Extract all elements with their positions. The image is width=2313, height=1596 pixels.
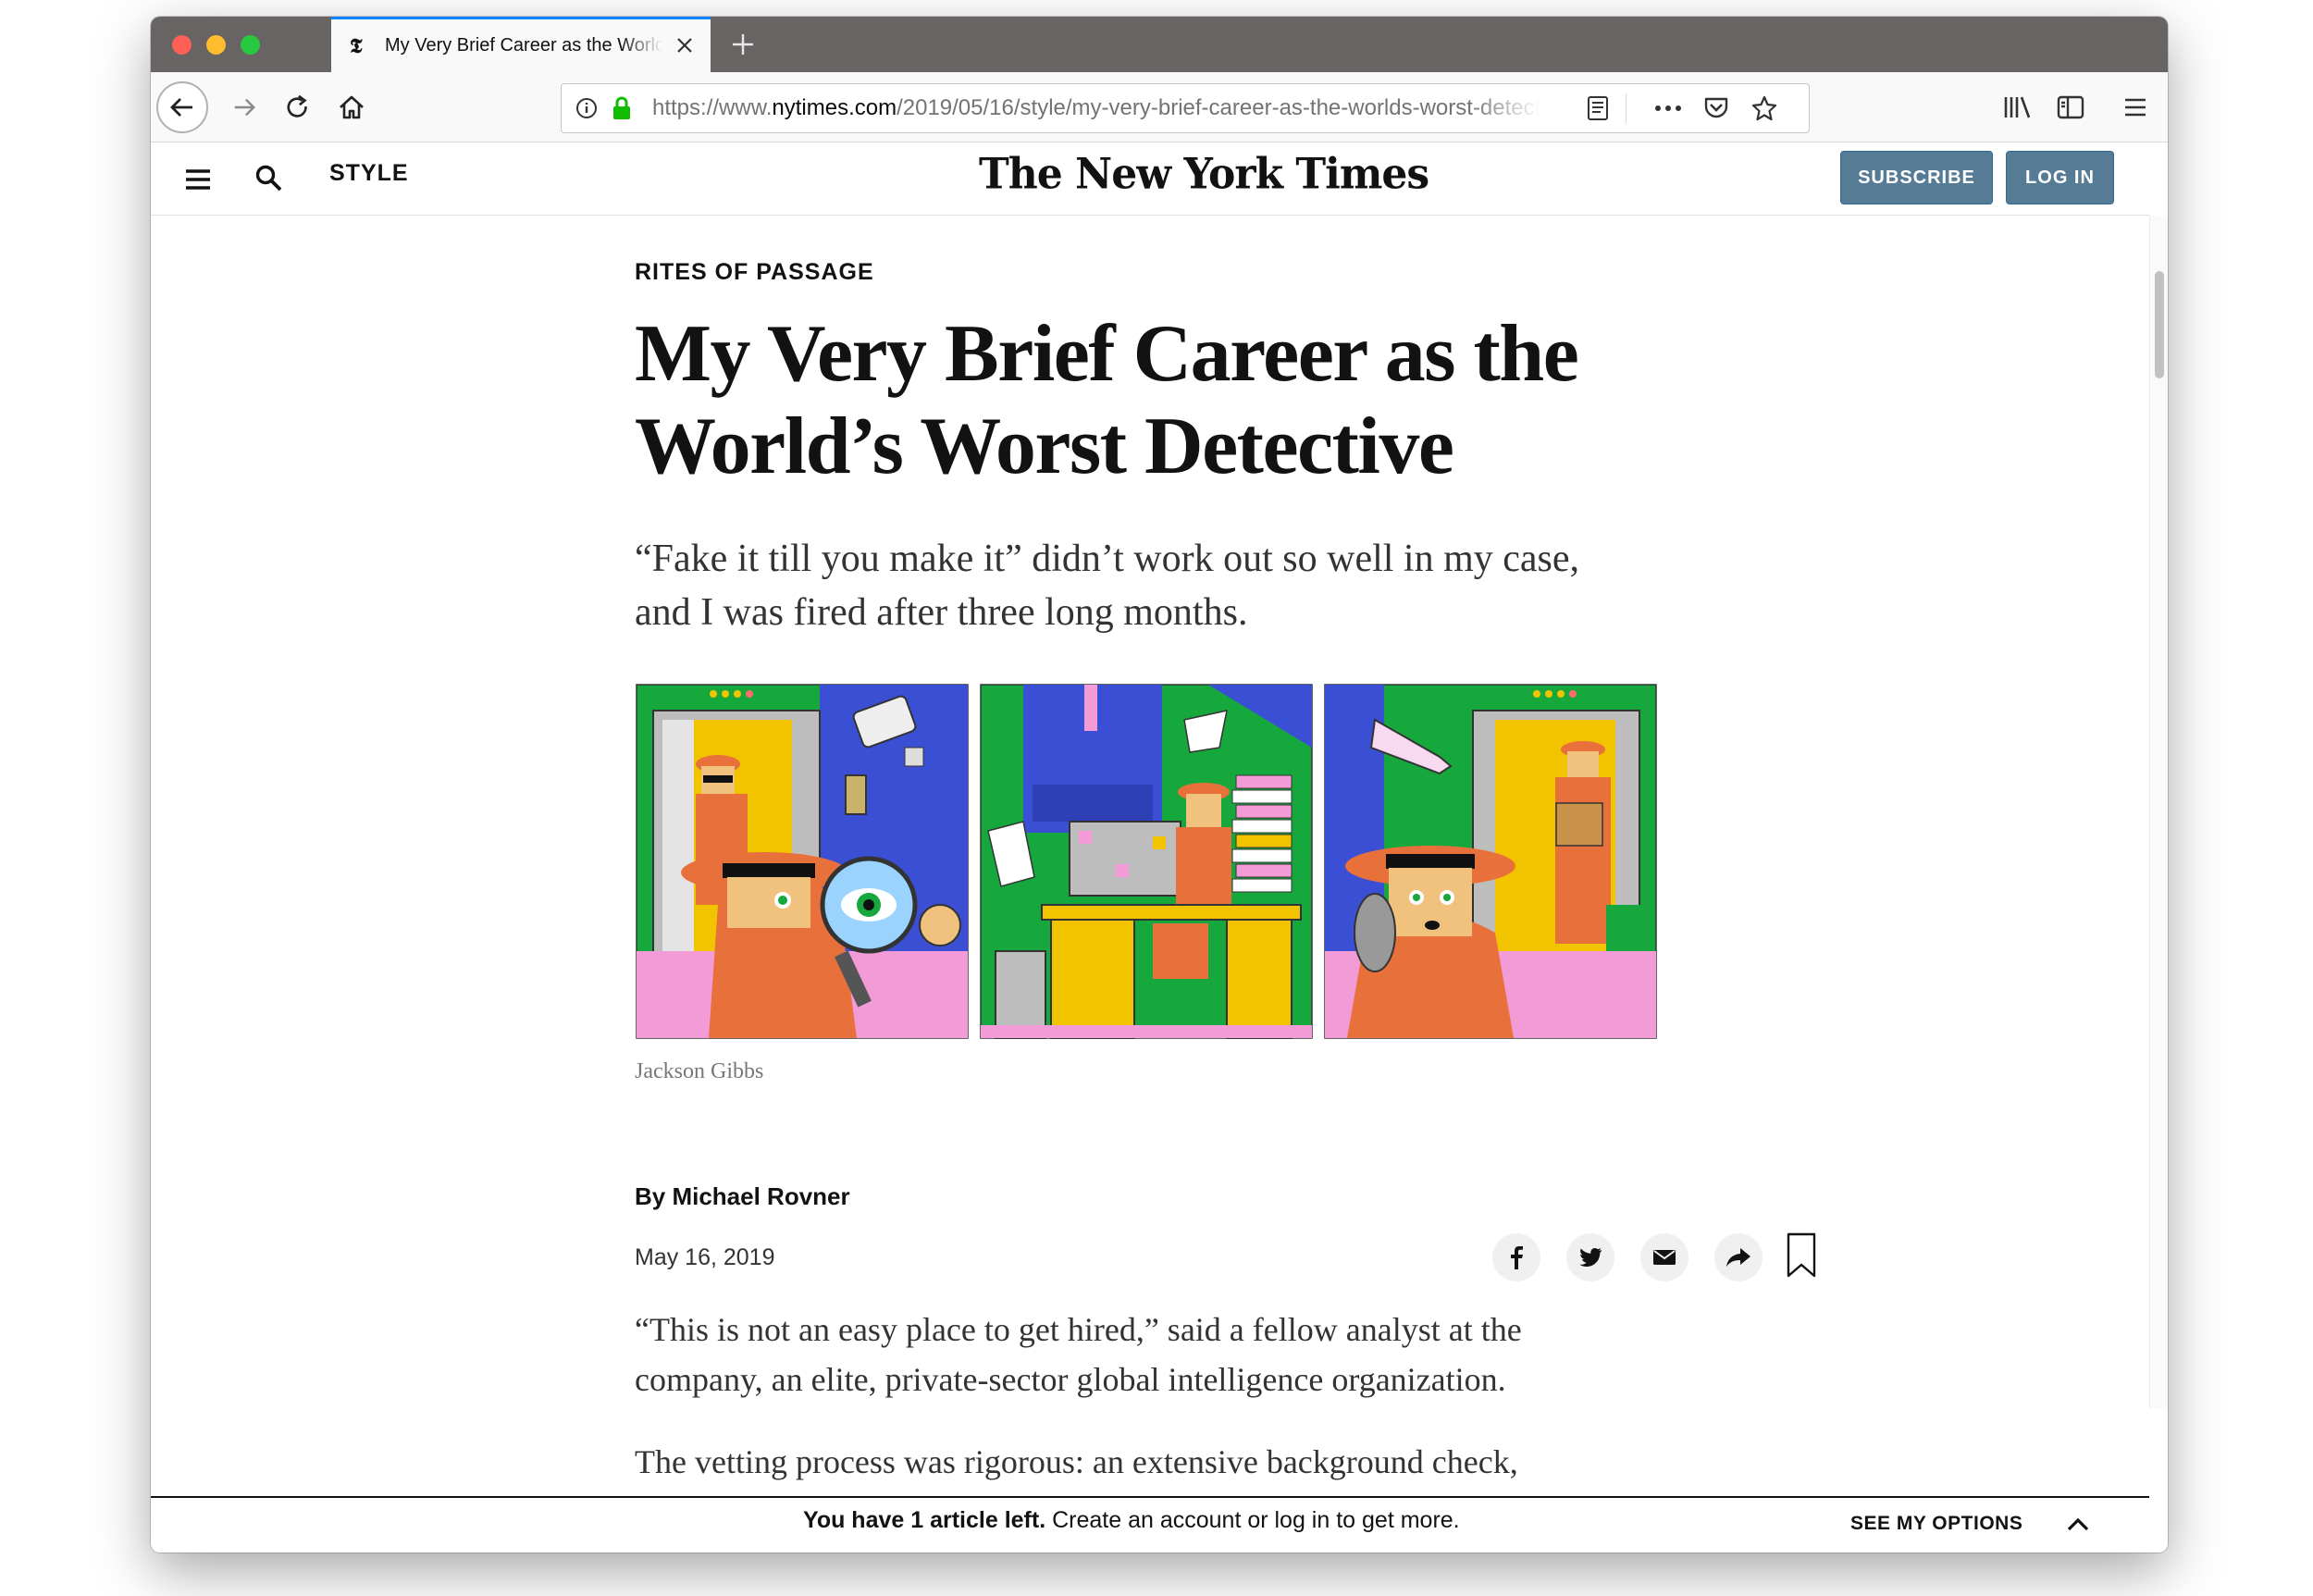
forward-button[interactable] — [223, 72, 266, 142]
article-limit-banner: You have 1 article left. Create an accou… — [151, 1496, 2149, 1553]
nyt-masthead: STYLE The New York Times SUBSCRIBE LOG I… — [151, 143, 2149, 216]
article-kicker[interactable]: RITES OF PASSAGE — [635, 259, 874, 286]
navigation-toolbar: https://www.nytimes.com/2019/05/16/style… — [151, 72, 2168, 142]
menu-button[interactable] — [2114, 72, 2157, 142]
article-limit-bold: You have 1 article left. — [803, 1507, 1046, 1533]
bookmark-star-icon[interactable] — [1746, 84, 1783, 132]
paragraph-1-line-1: “This is not an easy place to get hired,… — [635, 1311, 1522, 1348]
sidebar-toggle-button[interactable] — [2049, 72, 2092, 142]
see-my-options-button[interactable]: SEE MY OPTIONS — [1850, 1513, 2022, 1535]
url-host: nytimes.com — [772, 95, 897, 120]
reload-icon — [287, 94, 307, 118]
hamburger-menu-icon — [2125, 98, 2146, 117]
paragraph-1-line-2: company, an elite, private-sector global… — [635, 1361, 1506, 1398]
sidebar-icon — [2057, 95, 2084, 119]
section-name[interactable]: STYLE — [329, 160, 409, 187]
paragraph-2-line-1: The vetting process was rigorous: an ext… — [635, 1443, 1518, 1480]
lock-icon[interactable] — [608, 84, 636, 132]
nyt-favicon-icon: 𝕿 — [350, 33, 363, 58]
url-text[interactable]: https://www.nytimes.com/2019/05/16/style… — [652, 84, 1540, 132]
scrollbar-thumb[interactable] — [2155, 271, 2164, 378]
illustration-panel-2 — [980, 684, 1313, 1039]
illustration-panel-3 — [1324, 684, 1657, 1039]
tab-title: My Very Brief Career as the World's Wors… — [385, 35, 662, 56]
article-paragraph-1: “This is not an easy place to get hired,… — [635, 1305, 1662, 1404]
headline-line-1: My Very Brief Career as the — [635, 309, 1579, 399]
active-tab[interactable]: 𝕿 My Very Brief Career as the World's Wo… — [331, 17, 711, 72]
publish-date: May 16, 2019 — [635, 1244, 775, 1270]
search-icon[interactable] — [254, 164, 284, 193]
page-scrollbar[interactable] — [2149, 216, 2168, 1409]
more-share-button[interactable] — [1714, 1233, 1763, 1281]
article-summary: “Fake it till you make it” didn’t work o… — [635, 532, 1652, 639]
log-in-button[interactable]: LOG IN — [2006, 151, 2114, 204]
web-page: STYLE The New York Times SUBSCRIBE LOG I… — [151, 143, 2168, 1553]
facebook-icon — [1511, 1246, 1523, 1269]
nyt-logo[interactable]: The New York Times — [979, 150, 1429, 200]
reload-button[interactable] — [277, 72, 319, 142]
url-bar-separator — [1626, 93, 1627, 123]
screenshot-stage: 𝕿 My Very Brief Career as the World's Wo… — [0, 0, 2313, 1596]
subscribe-button[interactable]: SUBSCRIBE — [1840, 151, 1993, 204]
tab-close-icon[interactable] — [672, 32, 698, 58]
pocket-icon[interactable] — [1698, 84, 1735, 132]
headline-line-2: World’s Worst Detective — [635, 402, 1454, 491]
url-bar[interactable]: https://www.nytimes.com/2019/05/16/style… — [561, 83, 1810, 133]
article-paragraph-2: The vetting process was rigorous: an ext… — [635, 1437, 1662, 1487]
twitter-share-button[interactable] — [1566, 1233, 1614, 1281]
image-credit: Jackson Gibbs — [635, 1059, 764, 1083]
detective-illustration — [636, 684, 1657, 1039]
summary-line-1: “Fake it till you make it” didn’t work o… — [635, 538, 1580, 580]
new-tab-button[interactable] — [726, 28, 760, 61]
summary-line-2: and I was fired after three long months. — [635, 591, 1248, 634]
illustration-panel-1 — [636, 684, 969, 1039]
back-arrow-icon — [170, 98, 192, 117]
back-button[interactable] — [156, 81, 208, 133]
byline[interactable]: By Michael Rovner — [635, 1182, 850, 1211]
tab-bar: 𝕿 My Very Brief Career as the World's Wo… — [151, 17, 2168, 72]
forward-arrow-icon — [234, 98, 255, 117]
chevron-up-icon[interactable] — [2064, 1511, 2092, 1539]
article-limit-message: You have 1 article left. Create an accou… — [803, 1507, 1460, 1534]
sections-menu-icon[interactable] — [184, 167, 212, 192]
window-close-button[interactable] — [172, 35, 192, 55]
email-icon — [1653, 1250, 1676, 1265]
page-actions-icon[interactable] — [1650, 84, 1687, 132]
library-button[interactable] — [1997, 72, 2039, 142]
reader-view-icon[interactable] — [1581, 84, 1614, 132]
email-share-button[interactable] — [1640, 1233, 1688, 1281]
article-limit-detail: Create an account or log in to get more. — [1045, 1507, 1460, 1533]
browser-window: 𝕿 My Very Brief Career as the World's Wo… — [151, 17, 2168, 1553]
url-prefix: https://www. — [652, 95, 773, 120]
share-arrow-icon — [1726, 1248, 1750, 1267]
twitter-icon — [1579, 1248, 1602, 1268]
facebook-share-button[interactable] — [1492, 1233, 1540, 1281]
home-button[interactable] — [330, 72, 373, 142]
library-icon — [2004, 96, 2031, 118]
window-maximize-button[interactable] — [241, 35, 260, 55]
info-icon[interactable] — [573, 84, 600, 132]
window-minimize-button[interactable] — [206, 35, 226, 55]
bookmark-icon[interactable] — [1785, 1231, 1818, 1280]
article-headline: My Very Brief Career as the World’s Wors… — [635, 308, 1606, 493]
url-path: /2019/05/16/style/my-very-brief-career-a… — [897, 95, 1540, 120]
home-icon — [340, 95, 364, 119]
